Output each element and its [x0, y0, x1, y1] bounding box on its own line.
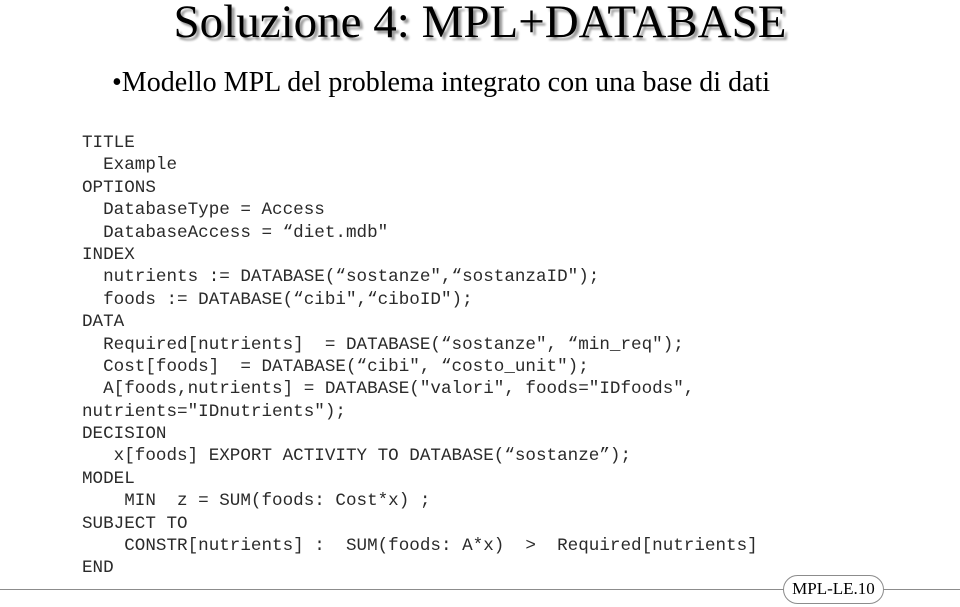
code-line-model-keyword: MODEL	[82, 468, 135, 489]
code-line-index-foods: foods := DATABASE(“cibi",“ciboID");	[82, 289, 473, 310]
code-line-decision-export: x[foods] EXPORT ACTIVITY TO DATABASE(“so…	[82, 446, 632, 467]
code-line-data-matrix-cont: nutrients="IDnutrients");	[82, 401, 346, 422]
code-line-options-keyword: OPTIONS	[82, 177, 156, 198]
slide-number-badge: MPL-LE.10	[783, 575, 884, 604]
code-line-index-keyword: INDEX	[82, 244, 135, 265]
code-line-title-value: Example	[82, 155, 178, 176]
code-line-title-keyword: TITLE	[82, 133, 135, 153]
bullet-subtitle: •Modello MPL del problema integrato con …	[112, 67, 771, 98]
code-line-end-keyword: END	[82, 558, 114, 579]
mpl-code-block: TITLE Example OPTIONS DatabaseType = Acce…	[82, 132, 758, 580]
code-line-data-matrix: A[foods,nutrients] = DATABASE("valori", …	[82, 379, 695, 400]
code-line-database-type: DatabaseType = Access	[82, 200, 325, 221]
code-line-database-access: DatabaseAccess = “diet.mdb"	[82, 222, 389, 243]
code-line-subject-to-keyword: SUBJECT TO	[82, 513, 188, 534]
code-line-objective: MIN z = SUM(foods: Cost*x) ;	[82, 491, 431, 512]
code-line-constraint: CONSTR[nutrients] : SUM(foods: A*x) > Re…	[82, 536, 758, 557]
code-line-decision-keyword: DECISION	[82, 424, 167, 445]
code-line-data-cost: Cost[foods] = DATABASE(“cibi", “costo_un…	[82, 356, 589, 377]
code-line-index-nutrients: nutrients := DATABASE(“sostanze",“sostan…	[82, 267, 600, 288]
code-line-data-keyword: DATA	[82, 312, 125, 333]
code-line-data-required: Required[nutrients] = DATABASE(“sostanze…	[82, 334, 684, 355]
slide-title: Soluzione 4: MPL+DATABASE	[173, 0, 787, 48]
